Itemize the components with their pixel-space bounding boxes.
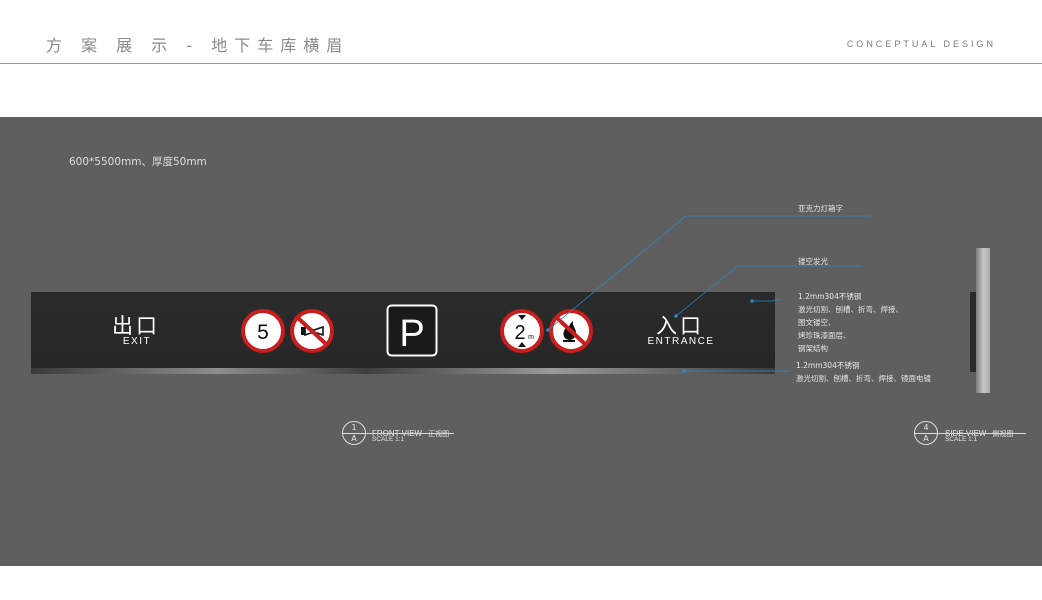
note-edge-line: 1.2mm304不锈钢 xyxy=(796,361,860,370)
note-edge-line: 激光切割、刨槽、折弯、焊接、镜面电镀 xyxy=(796,374,931,383)
side-view-rule xyxy=(938,433,1026,434)
header-divider xyxy=(0,63,1042,64)
note-face-line: 钢架结构 xyxy=(798,344,828,353)
page-subtitle: CONCEPTUAL DESIGN xyxy=(846,39,996,49)
note-face-line: 激光切割、刨槽、折弯、焊接、 xyxy=(798,305,903,314)
side-view-profile xyxy=(976,248,990,393)
no-fire-icon xyxy=(549,309,593,353)
front-view-marker: 1 A xyxy=(342,421,366,445)
note-face-line: 烤珍珠漆面层、 xyxy=(798,331,851,340)
note-face-line: 1.2mm304不锈钢 xyxy=(798,292,862,301)
parking-icon: P xyxy=(386,304,438,357)
note-edge-material: 1.2mm304不锈钢 激光切割、刨槽、折弯、焊接、镜面电镀 xyxy=(796,359,931,385)
front-view-sheet: A xyxy=(351,434,357,443)
front-view-number: 1 xyxy=(351,423,357,432)
side-view-marker: 4 A xyxy=(914,421,938,445)
height-limit-value: 2 xyxy=(514,322,525,344)
speed-limit-icon: 5 xyxy=(241,309,285,353)
note-face-material: 1.2mm304不锈钢 激光切割、刨槽、折弯、焊接、 图文镂空、 烤珍珠漆面层、… xyxy=(798,290,903,355)
sign-bottom-edge xyxy=(31,368,775,374)
note-face-line: 图文镂空、 xyxy=(798,318,836,327)
height-limit-unit: m xyxy=(528,334,534,341)
height-limit-icon: 2 m xyxy=(500,309,544,353)
note-acrylic: 亚克力灯箱字 xyxy=(798,204,843,213)
side-view-number: 4 xyxy=(923,423,929,432)
page-title: 方 案 展 示 - 地下车库横眉 xyxy=(46,36,350,55)
dimensions-label: 600*5500mm、厚度50mm xyxy=(69,156,207,168)
side-view-sheet: A xyxy=(923,434,929,443)
page-header: 方 案 展 示 - 地下车库横眉 CONCEPTUAL DESIGN xyxy=(0,0,1042,64)
exit-en-text: EXIT xyxy=(122,336,152,347)
side-view-scale: SCALE 1:1 xyxy=(945,436,978,443)
no-honking-icon xyxy=(290,309,334,353)
entrance-en-text: ENTRANCE xyxy=(647,336,715,347)
front-view-scale: SCALE 1:1 xyxy=(372,436,405,443)
parking-letter: P xyxy=(399,313,424,355)
note-hollow-light: 镂空发光 xyxy=(798,257,828,266)
speed-limit-value: 5 xyxy=(257,321,269,344)
front-view-rule xyxy=(366,433,454,434)
